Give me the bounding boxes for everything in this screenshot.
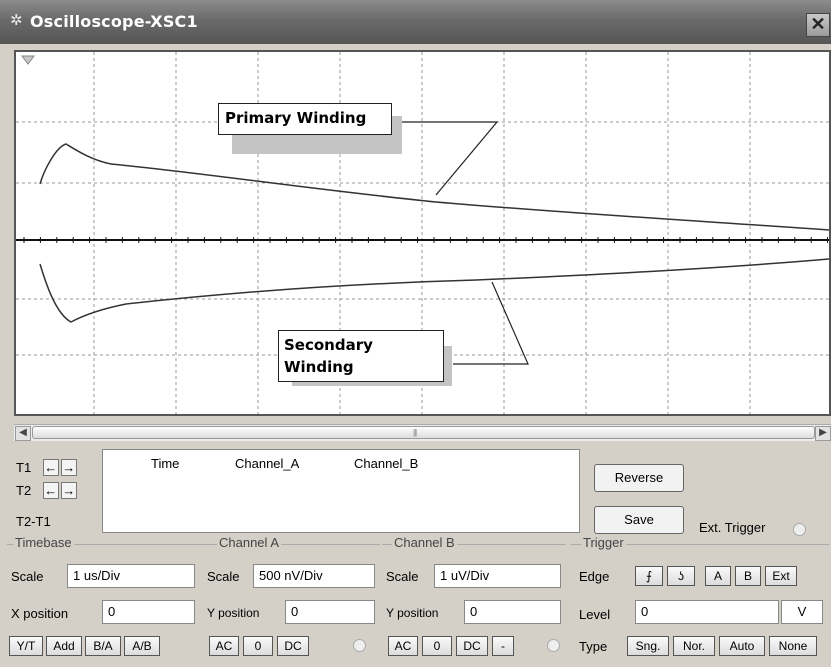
measurement-readout: Time Channel_A Channel_B	[102, 449, 580, 533]
title-bar: ✲ Oscilloscope-XSC1 ✕	[0, 0, 831, 44]
oscilloscope-icon: ✲	[10, 12, 23, 29]
channel-b-scale-field[interactable]: 1 uV/Div	[434, 564, 561, 588]
channel-a-ac-button[interactable]: AC	[209, 636, 239, 656]
trigger-level-field[interactable]: 0	[635, 600, 779, 624]
secondary-callout-line	[453, 281, 529, 365]
primary-winding-label: Primary Winding	[218, 103, 392, 135]
timebase-group: Timebase Scale 1 us/Div X position 0 Y/T…	[7, 535, 203, 664]
channel-a-title: Channel A	[217, 535, 281, 550]
t1-right-button[interactable]: →	[60, 459, 77, 476]
reverse-button[interactable]: Reverse	[594, 464, 684, 492]
trigger-source-a-button[interactable]: A	[705, 566, 731, 586]
grip-icon: |||	[413, 428, 417, 437]
channel-b-title: Channel B	[392, 535, 457, 550]
secondary-trace	[39, 258, 829, 323]
close-icon: ✕	[810, 14, 826, 34]
trigger-group: Trigger Edge ⨍ ʖ A B Ext Level 0 V Type …	[571, 535, 829, 664]
ext-trigger-label: Ext. Trigger	[699, 520, 766, 535]
oscilloscope-display: Primary Winding Secondary Winding	[14, 50, 831, 416]
channel-a-scale-label: Scale	[207, 569, 240, 584]
mode-ab-button[interactable]: A/B	[124, 636, 160, 656]
scroll-right-icon[interactable]: ▶	[815, 426, 831, 441]
channel-b-ac-button[interactable]: AC	[388, 636, 418, 656]
mode-ba-button[interactable]: B/A	[85, 636, 121, 656]
readout-header-time: Time	[151, 456, 180, 471]
channel-b-ypos-label: Y position	[386, 606, 439, 620]
type-label: Type	[579, 639, 608, 654]
channel-a-ypos-field[interactable]: 0	[285, 600, 375, 624]
scroll-left-icon[interactable]: ◀	[15, 426, 31, 441]
channel-a-dc-button[interactable]: DC	[277, 636, 309, 656]
channel-b-dc-button[interactable]: DC	[456, 636, 488, 656]
trigger-title: Trigger	[581, 535, 626, 550]
horizontal-scrollbar[interactable]: ◀ ||| ▶	[14, 424, 831, 441]
timebase-scale-field[interactable]: 1 us/Div	[67, 564, 195, 588]
x-position-label: X position	[11, 606, 69, 621]
channel-b-scale-label: Scale	[386, 569, 419, 584]
scrollbar-thumb[interactable]: |||	[32, 426, 815, 439]
channel-b-ypos-field[interactable]: 0	[464, 600, 561, 624]
window-title: Oscilloscope-XSC1	[30, 12, 198, 31]
close-button[interactable]: ✕	[806, 13, 830, 37]
channel-b-radio[interactable]	[547, 639, 560, 652]
edge-label: Edge	[579, 569, 610, 584]
channel-a-group: Channel A Scale 500 nV/Div Y position 0 …	[203, 535, 380, 664]
readout-header-channel-b: Channel_B	[354, 456, 419, 471]
trigger-source-b-button[interactable]: B	[735, 566, 761, 586]
cursor-t2-row: T2 ← →	[16, 482, 77, 499]
readout-header-channel-a: Channel_A	[235, 456, 300, 471]
trigger-type-single-button[interactable]: Sng.	[627, 636, 669, 656]
oscilloscope-window: ✲ Oscilloscope-XSC1 ✕ Primary Winding Se…	[0, 0, 831, 667]
x-position-field[interactable]: 0	[102, 600, 195, 624]
level-label: Level	[579, 607, 611, 622]
t1-left-button[interactable]: ←	[42, 459, 59, 476]
secondary-winding-label: Secondary Winding	[278, 330, 444, 382]
trigger-source-ext-button[interactable]: Ext	[765, 566, 797, 586]
primary-callout-line	[393, 121, 499, 196]
cursor-panel: T1 ← → T2 ← → T2-T1	[14, 452, 102, 536]
trigger-marker-icon	[21, 55, 35, 65]
channel-a-scale-field[interactable]: 500 nV/Div	[253, 564, 375, 588]
trigger-type-auto-button[interactable]: Auto	[719, 636, 765, 656]
primary-trace	[39, 143, 829, 231]
mode-yt-button[interactable]: Y/T	[9, 636, 43, 656]
channel-b-group: Channel B Scale 1 uV/Div Y position 0 AC…	[382, 535, 566, 664]
channel-a-zero-button[interactable]: 0	[243, 636, 273, 656]
trigger-type-none-button[interactable]: None	[769, 636, 817, 656]
trigger-level-unit[interactable]: V	[781, 600, 823, 624]
channel-a-radio[interactable]	[353, 639, 366, 652]
t2-left-button[interactable]: ←	[42, 482, 59, 499]
t2-right-button[interactable]: →	[60, 482, 77, 499]
trigger-type-normal-button[interactable]: Nor.	[673, 636, 715, 656]
rising-edge-icon[interactable]: ⨍	[635, 566, 663, 586]
timebase-title: Timebase	[13, 535, 74, 550]
channel-b-zero-button[interactable]: 0	[422, 636, 452, 656]
cursor-t1-row: T1 ← →	[16, 459, 77, 476]
save-button[interactable]: Save	[594, 506, 684, 534]
mode-add-button[interactable]: Add	[46, 636, 82, 656]
ext-trigger-radio[interactable]	[793, 523, 806, 536]
cursor-t2-t1-label: T2-T1	[16, 514, 51, 529]
falling-edge-icon[interactable]: ʖ	[667, 566, 695, 586]
channel-b-invert-button[interactable]: -	[492, 636, 514, 656]
timebase-scale-label: Scale	[11, 569, 44, 584]
channel-a-ypos-label: Y position	[207, 606, 260, 620]
